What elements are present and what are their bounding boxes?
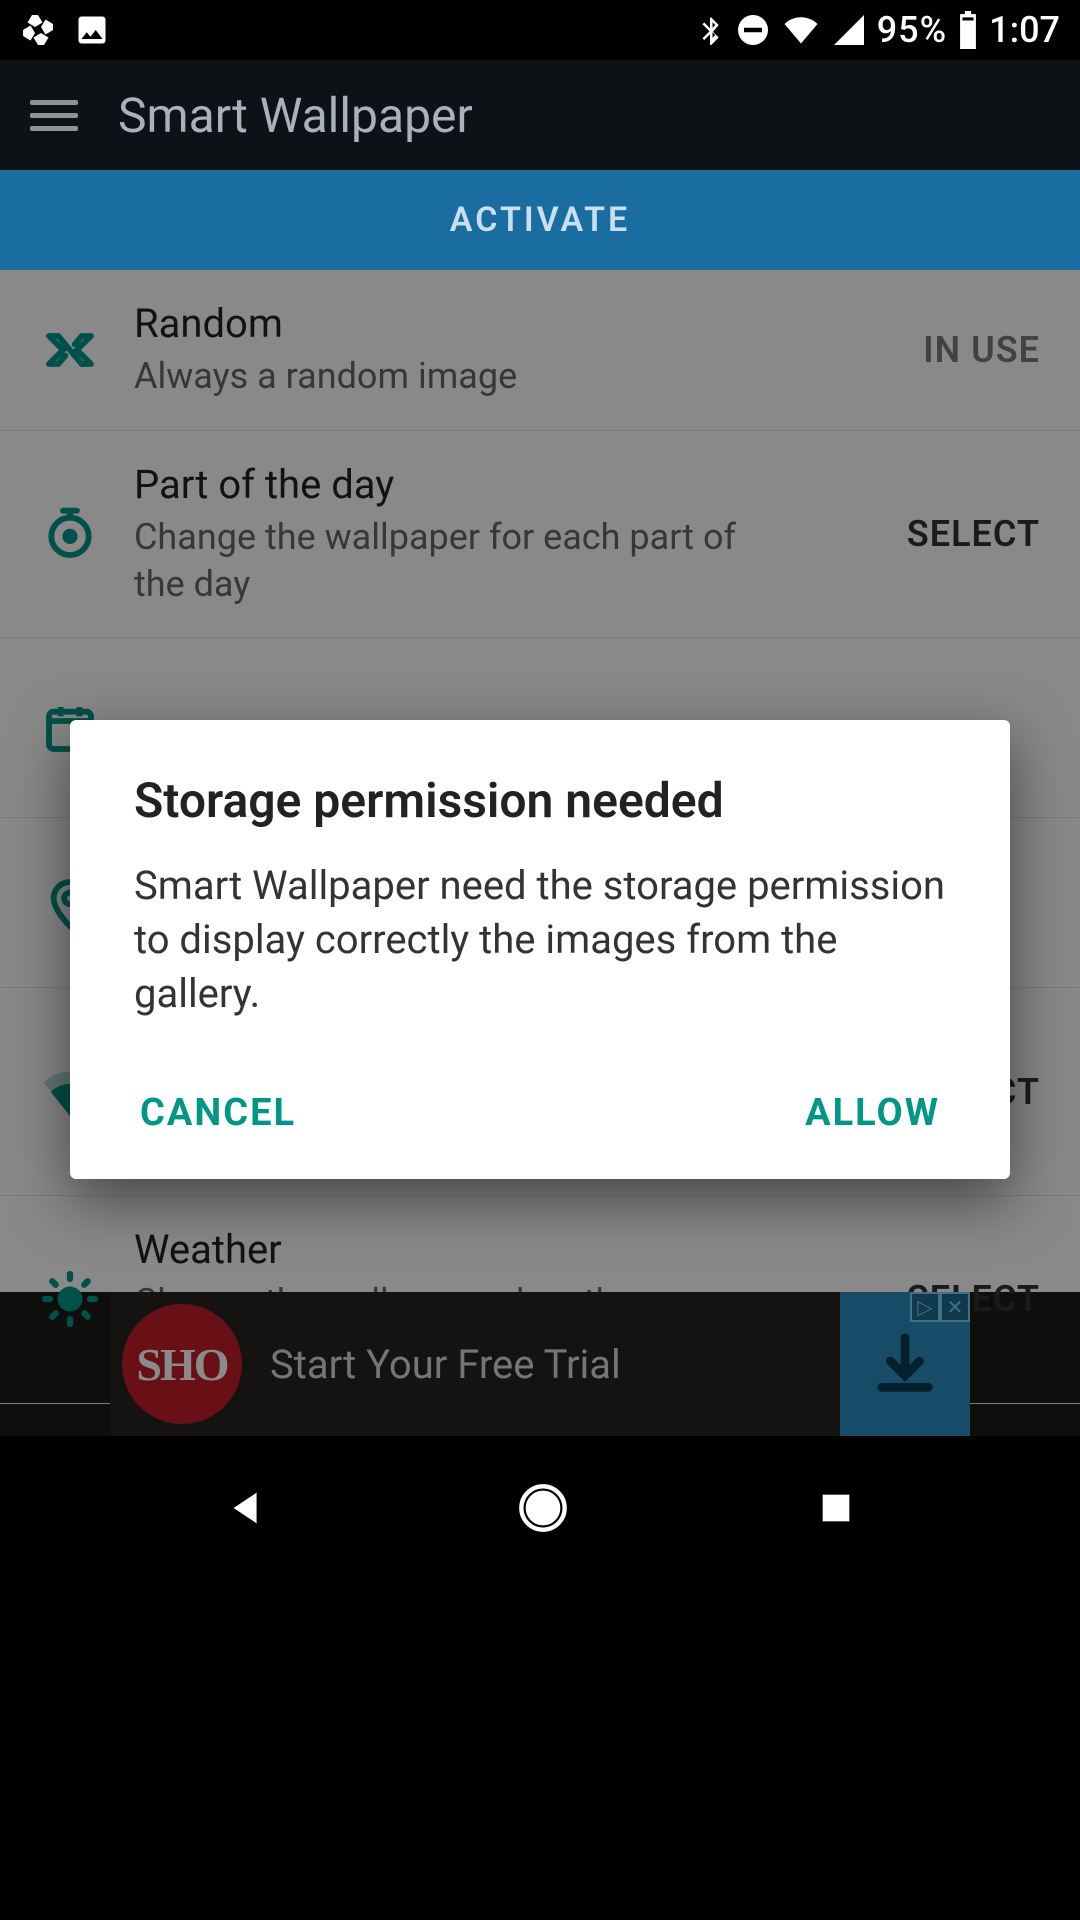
back-button[interactable] (224, 1485, 270, 1531)
status-bar: 95% 1:07 (0, 0, 1080, 60)
status-left (20, 12, 110, 48)
dialog-body: Smart Wallpaper need the storage permiss… (134, 859, 946, 1021)
activate-label: ACTIVATE (450, 200, 630, 240)
dnd-icon (735, 12, 771, 48)
battery-icon (957, 11, 979, 49)
home-button[interactable] (517, 1482, 569, 1534)
bluetooth-icon (695, 12, 725, 48)
battery-percent: 95% (877, 9, 947, 51)
cancel-button[interactable]: CANCEL (134, 1077, 302, 1149)
navigation-bar (0, 1436, 1080, 1580)
pinwheel-icon (20, 12, 56, 48)
signal-icon (831, 12, 867, 48)
image-icon (74, 12, 110, 48)
allow-button[interactable]: ALLOW (799, 1077, 946, 1149)
wifi-icon (781, 12, 821, 48)
app-title: Smart Wallpaper (118, 87, 473, 144)
recents-button[interactable] (816, 1488, 856, 1528)
menu-icon[interactable] (30, 100, 78, 131)
activate-button[interactable]: ACTIVATE (0, 170, 1080, 270)
app-bar: Smart Wallpaper (0, 60, 1080, 170)
clock-time: 1:07 (989, 9, 1060, 51)
permission-dialog: Storage permission needed Smart Wallpape… (70, 720, 1010, 1179)
dialog-title: Storage permission needed (134, 772, 946, 829)
status-right: 95% 1:07 (695, 9, 1060, 51)
